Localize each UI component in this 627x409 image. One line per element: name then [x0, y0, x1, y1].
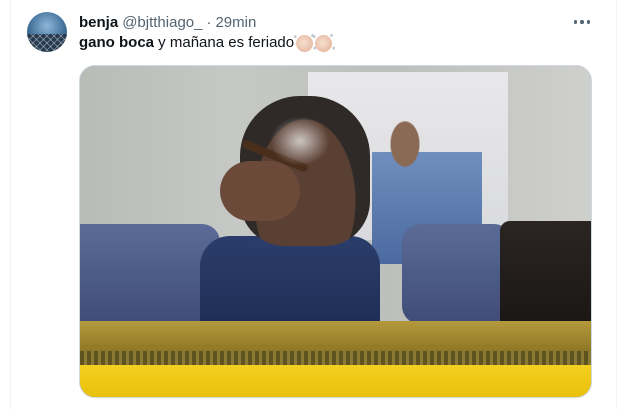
tweet-photo[interactable] [79, 65, 592, 398]
display-name[interactable]: benja [79, 14, 118, 31]
more-dot [586, 20, 591, 24]
more-dot [580, 20, 584, 24]
tweet-text: gano boca y mañana es feriado [79, 31, 336, 55]
photo-seat-right [402, 224, 512, 324]
tweet-text-rest: y mañana es feriado [154, 34, 295, 51]
photo-bag [500, 221, 591, 331]
clapping-hands-icon [293, 31, 317, 55]
photo-grill [80, 351, 591, 365]
clapping-hands-icon [312, 31, 336, 55]
user-handle[interactable]: @bjtthiago_ [122, 14, 202, 31]
timestamp[interactable]: 29min [215, 14, 256, 31]
avatar-net-pattern [27, 34, 67, 52]
separator-dot: · [206, 13, 212, 31]
photo-yellow-banner [80, 365, 591, 397]
more-horizontal-icon[interactable] [568, 8, 596, 36]
more-dot [573, 20, 578, 24]
photo-seat-left [80, 224, 220, 324]
tweet-text-bold: gano boca [79, 34, 155, 51]
tweet-header: benja @bjtthiago_ · 29min [79, 12, 256, 32]
photo-man-hand [220, 161, 300, 221]
photo-rail [80, 321, 591, 351]
avatar[interactable] [27, 12, 67, 52]
photo-smoke [270, 116, 330, 166]
